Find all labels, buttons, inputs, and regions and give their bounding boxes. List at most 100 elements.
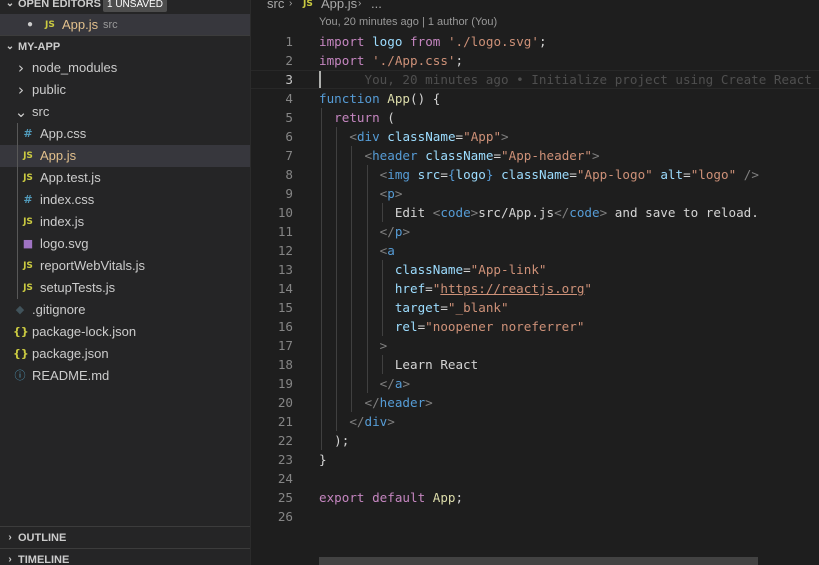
tree-item-label: node_modules (32, 60, 118, 75)
line-number: 8 (285, 167, 293, 182)
chevron-right-icon: › (8, 554, 12, 565)
code-text: <img src={logo} className="App-logo" alt… (379, 167, 759, 182)
tree-item-label: index.css (40, 192, 95, 207)
code-line[interactable]: 8 <img src={logo} className="App-logo" a… (251, 165, 819, 184)
line-number: 12 (277, 243, 293, 258)
horizontal-scrollbar[interactable] (319, 557, 758, 565)
code-line[interactable]: 1 import logo from './logo.svg'; (251, 32, 819, 51)
code-line[interactable]: 18 Learn React (251, 355, 819, 374)
code-line[interactable]: 22 ); (251, 431, 819, 450)
breadcrumb-symbols[interactable]: ... (371, 0, 382, 14)
chevron-right-icon: › (8, 532, 12, 543)
code-line[interactable]: 14 href="https://reactjs.org" (251, 279, 819, 298)
css-file-icon: # (23, 127, 33, 140)
code-line[interactable]: 7 <header className="App-header"> (251, 146, 819, 165)
code-line[interactable]: 11 </p> (251, 222, 819, 241)
code-text: </header> (364, 395, 433, 410)
tree-item-public[interactable]: › public (0, 79, 250, 101)
js-file-icon: JS (23, 217, 33, 227)
code-line[interactable]: 6 <div className="App"> (251, 127, 819, 146)
tree-item-reportwebvitals-js[interactable]: JS reportWebVitals.js (0, 255, 250, 277)
code-line[interactable]: 26 (251, 507, 819, 526)
tree-item-index-js[interactable]: JS index.js (0, 211, 250, 233)
project-header[interactable]: ⌄ MY-APP (0, 35, 250, 57)
code-line[interactable]: 20 </header> (251, 393, 819, 412)
js-file-icon: JS (45, 20, 55, 30)
tree-item-package-lock-json[interactable]: {} package-lock.json (0, 321, 250, 343)
code-text: function App() { (319, 91, 441, 106)
code-line[interactable]: 19 </a> (251, 374, 819, 393)
open-editor-folder: src (103, 19, 118, 31)
js-file-icon: JS (23, 173, 33, 183)
explorer-sidebar: ⌄ OPEN EDITORS 1 UNSAVED ● JS App.js src… (0, 0, 251, 565)
tree-item-label: package-lock.json (32, 324, 137, 339)
code-line[interactable]: 12 <a (251, 241, 819, 260)
breadcrumb-folder[interactable]: src (267, 0, 284, 14)
code-line[interactable]: 5 return ( (251, 108, 819, 127)
line-number: 6 (285, 129, 293, 144)
code-text: <a (379, 243, 395, 258)
code-line[interactable]: 3 You, 20 minutes ago • Initialize proje… (251, 70, 819, 89)
line-number: 18 (277, 357, 293, 372)
outline-header[interactable]: › OUTLINE (0, 526, 250, 548)
code-text: <p> (379, 186, 403, 201)
timeline-header[interactable]: › TIMELINE (0, 548, 250, 565)
code-line[interactable]: 4 function App() { (251, 89, 819, 108)
code-text: Edit <code>src/App.js</code> and save to… (319, 205, 759, 220)
tree-item-label: logo.svg (40, 236, 89, 251)
unsaved-dot-icon[interactable]: ● (27, 14, 33, 36)
code-line[interactable]: 24 (251, 469, 819, 488)
tree-item-setuptests-js[interactable]: JS setupTests.js (0, 277, 250, 299)
code-text: } (319, 452, 327, 467)
breadcrumb-file[interactable]: App.js (321, 0, 357, 14)
js-file-icon: JS (23, 261, 33, 271)
line-number: 16 (277, 319, 293, 334)
code-line[interactable]: 23} (251, 450, 819, 469)
chevron-right-icon: › (358, 0, 362, 9)
timeline-title: TIMELINE (18, 554, 70, 565)
code-line[interactable]: 21 </div> (251, 412, 819, 431)
tree-item-node-modules[interactable]: › node_modules (0, 57, 250, 79)
line-number: 23 (277, 452, 293, 467)
code-line[interactable]: 13 className="App-link" (251, 260, 819, 279)
code-text: </a> (379, 376, 411, 391)
line-number: 13 (277, 262, 293, 277)
tree-item-gitignore[interactable]: ◆ .gitignore (0, 299, 250, 321)
code-line[interactable]: 16 rel="noopener noreferrer" (251, 317, 819, 336)
code-line[interactable]: 9 <p> (251, 184, 819, 203)
code-line[interactable]: 17 > (251, 336, 819, 355)
code-text: You, 20 minutes ago • Initialize project… (319, 70, 819, 89)
code-text: className="App-link" (394, 262, 547, 277)
line-number: 14 (277, 281, 293, 296)
chevron-right-icon: › (18, 59, 24, 77)
tree-item-index-css[interactable]: # index.css (0, 189, 250, 211)
code-editor[interactable]: 1 import logo from './logo.svg'; 2 import '… (251, 32, 819, 526)
git-file-icon: ◆ (15, 303, 25, 316)
code-line[interactable]: 10 Edit <code>src/App.js</code> and save… (251, 203, 819, 222)
tree-item-package-json[interactable]: {} package.json (0, 343, 250, 365)
tree-item-label: App.js (40, 148, 77, 163)
codelens-blame[interactable]: You, 20 minutes ago | 1 author (You) (319, 14, 497, 30)
tree-item-logo-svg[interactable]: ■ logo.svg (0, 233, 250, 255)
line-number: 22 (277, 433, 293, 448)
tree-item-app-css[interactable]: # App.css (0, 123, 250, 145)
tree-item-readme-md[interactable]: ⓘ README.md (0, 365, 250, 387)
json-file-icon: {} (13, 347, 29, 360)
tree-item-app-js[interactable]: JS App.js (0, 145, 250, 167)
code-line[interactable]: 2 import './App.css'; (251, 51, 819, 70)
code-text: return ( (334, 110, 395, 125)
code-text: Learn React (319, 357, 479, 372)
tree-item-src[interactable]: ⌄ src (0, 101, 250, 123)
line-number: 26 (277, 509, 293, 524)
unsaved-badge: 1 UNSAVED (103, 0, 167, 12)
js-file-icon: JS (23, 151, 33, 161)
open-editors-header[interactable]: ⌄ OPEN EDITORS 1 UNSAVED (0, 0, 250, 15)
code-line[interactable]: 25 export default App; (251, 488, 819, 507)
code-line[interactable]: 15 target="_blank" (251, 298, 819, 317)
tree-item-label: README.md (32, 368, 110, 383)
open-editor-item-app-js[interactable]: ● JS App.js src (0, 14, 250, 36)
tree-item-app-test-js[interactable]: JS App.test.js (0, 167, 250, 189)
tree-item-label: index.js (40, 214, 85, 229)
tree-item-label: public (32, 82, 66, 97)
chevron-down-icon: ⌄ (14, 103, 28, 121)
